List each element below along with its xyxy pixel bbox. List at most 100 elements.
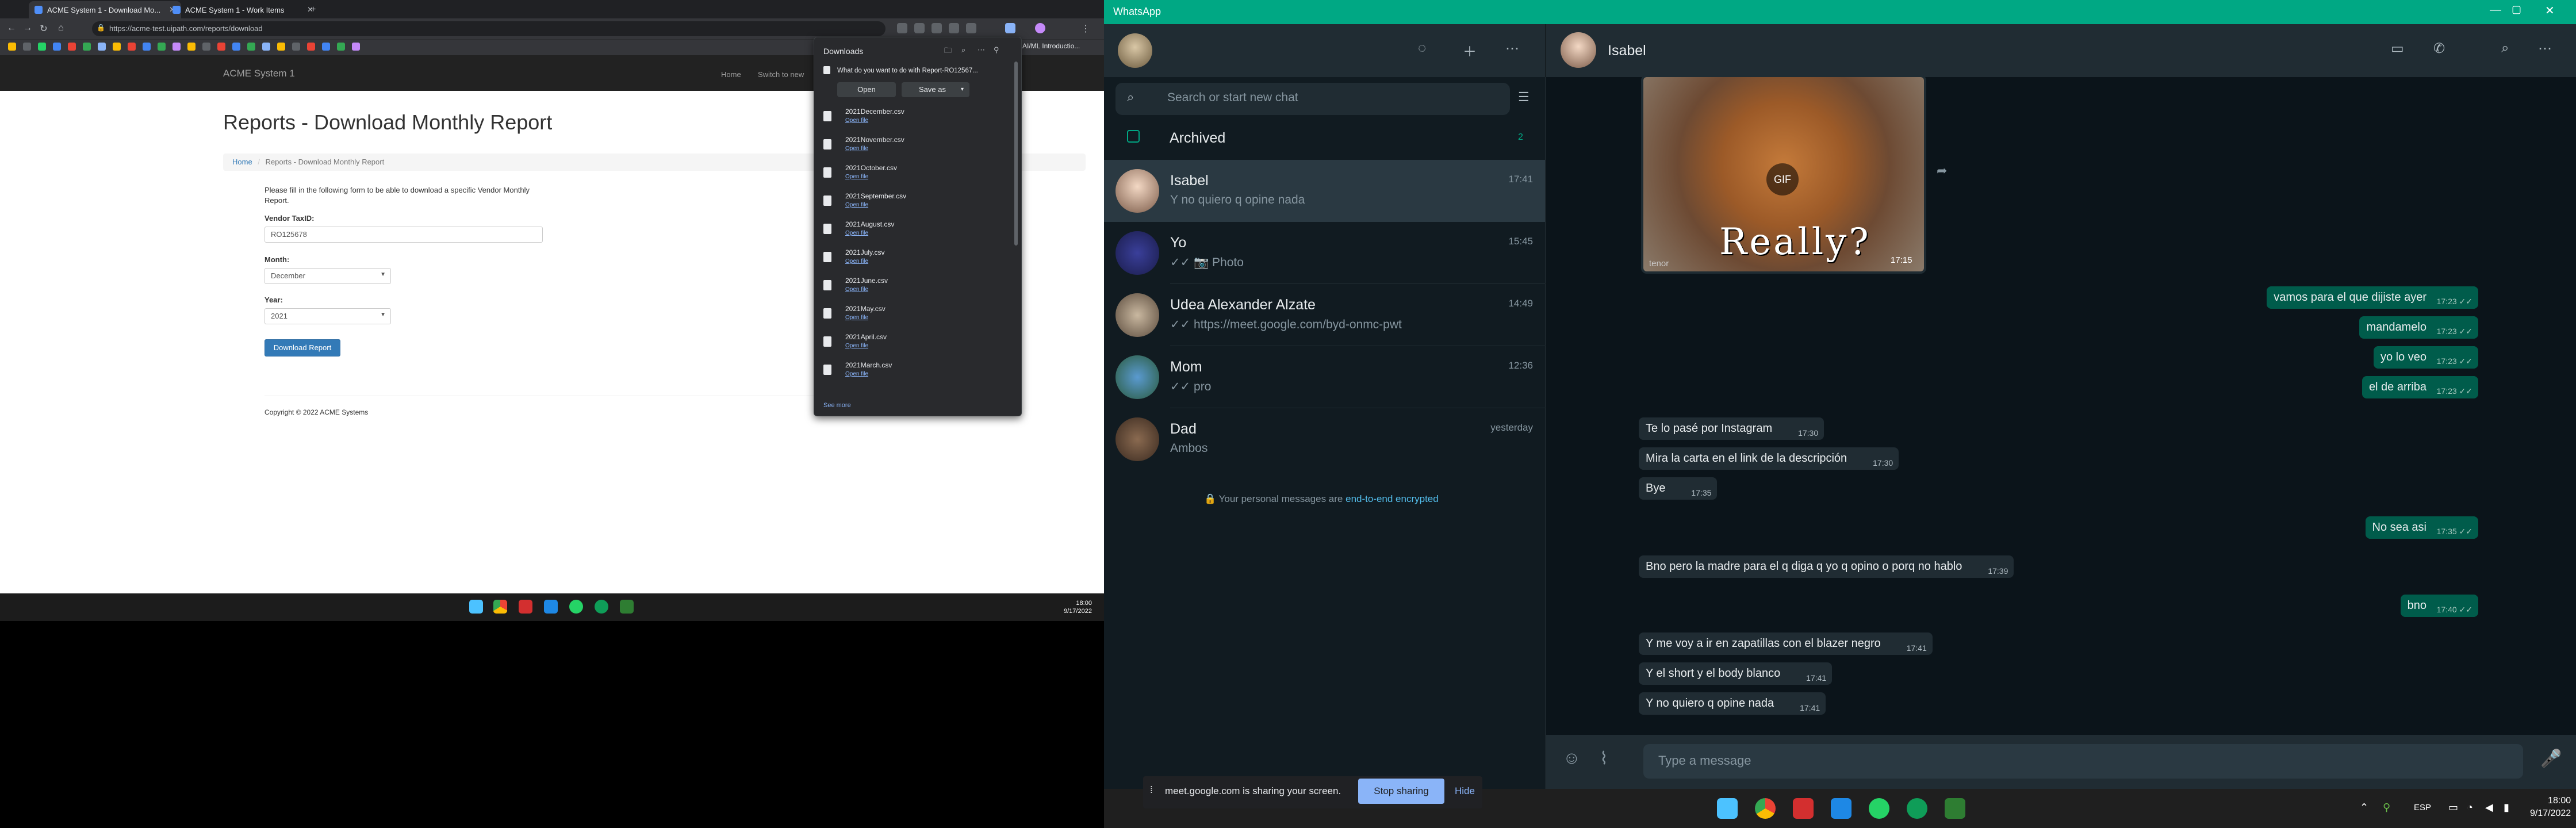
bookmark-icon[interactable] xyxy=(23,43,31,51)
chevron-up-icon[interactable]: ⌃ xyxy=(2360,802,2368,814)
extension-icon[interactable] xyxy=(914,23,925,33)
filter-icon[interactable]: ☰ xyxy=(1518,90,1529,105)
bookmark-icon[interactable] xyxy=(322,43,330,51)
bookmark-icon[interactable] xyxy=(262,43,270,51)
chat-item-mom[interactable]: Mom 12:36 ✓✓ pro xyxy=(1104,346,1546,408)
gif-message[interactable]: GIF Really? tenor 17:15 xyxy=(1641,75,1926,274)
address-bar[interactable]: https://acme-test.uipath.com/reports/dow… xyxy=(92,21,885,36)
open-file-link[interactable]: Open file xyxy=(845,230,868,236)
bookmark-icon[interactable] xyxy=(247,43,255,51)
bookmark-icon[interactable] xyxy=(53,43,61,51)
chrome-icon[interactable] xyxy=(493,600,507,614)
bookmark-icon[interactable] xyxy=(128,43,136,51)
lock-icon[interactable]: 🔒 xyxy=(97,24,105,32)
close-icon[interactable]: ✕ xyxy=(2545,3,2555,18)
extension-icon[interactable] xyxy=(897,23,907,33)
bookmark-icon[interactable] xyxy=(202,43,210,51)
new-tab-icon[interactable]: + xyxy=(310,5,316,15)
display-icon[interactable]: ▭ xyxy=(2448,802,2458,814)
microphone-icon[interactable]: ⚲ xyxy=(2383,802,2390,814)
tab-acme-work-items[interactable]: ACME System 1 - Work Items ✕ xyxy=(167,1,319,18)
minimize-icon[interactable]: — xyxy=(2490,3,2501,17)
vendor-taxid-input[interactable]: RO125678 xyxy=(264,227,543,243)
bookmark-icon[interactable] xyxy=(38,43,46,51)
chat-item-udea[interactable]: Udea Alexander Alzate 14:49 ✓✓ https://m… xyxy=(1104,284,1546,346)
bookmark-icon[interactable] xyxy=(277,43,285,51)
chrome-icon[interactable] xyxy=(1755,798,1776,819)
scrollbar[interactable] xyxy=(1014,62,1018,246)
message-in[interactable]: Y me voy a ir en zapatillas con el blaze… xyxy=(1639,632,1933,655)
maximize-icon[interactable]: ▢ xyxy=(2512,3,2521,16)
download-item[interactable]: 2021April.csv Open file xyxy=(823,333,1007,359)
message-out[interactable]: vamos para el que dijiste ayer 17:23 ✓✓ xyxy=(2267,286,2478,309)
app-icon[interactable] xyxy=(544,600,558,614)
forward-icon[interactable]: → xyxy=(22,23,33,33)
download-item[interactable]: 2021October.csv Open file xyxy=(823,164,1007,190)
message-out[interactable]: No sea asi 17:35 ✓✓ xyxy=(2365,516,2478,539)
e2e-link[interactable]: end-to-end encrypted xyxy=(1346,493,1439,504)
video-call-icon[interactable]: ▭ xyxy=(2391,40,2404,57)
message-out[interactable]: bno 17:40 ✓✓ xyxy=(2400,595,2478,617)
home-icon[interactable]: ⌂ xyxy=(55,23,67,33)
profile-avatar[interactable] xyxy=(1035,23,1045,33)
open-file-link[interactable]: Open file xyxy=(845,286,868,293)
bookmark-icon[interactable] xyxy=(232,43,240,51)
download-item[interactable]: 2021September.csv Open file xyxy=(823,192,1007,218)
menu-icon[interactable]: ⋮ xyxy=(1081,23,1090,34)
clock[interactable]: 18:00 9/17/2022 xyxy=(2530,795,2571,820)
month-select[interactable]: December ▼ xyxy=(264,268,391,284)
start-icon[interactable] xyxy=(469,600,483,614)
open-file-link[interactable]: Open file xyxy=(845,174,868,180)
bookmark-icon[interactable] xyxy=(337,43,345,51)
save-as-button[interactable]: Save as ▾ xyxy=(902,82,969,97)
chat-item-dad[interactable]: Dad yesterday Ambos xyxy=(1104,408,1546,470)
more-icon[interactable]: ⋯ xyxy=(977,45,985,55)
open-file-link[interactable]: Open file xyxy=(845,145,868,152)
bookmark-icon[interactable] xyxy=(307,43,315,51)
extension-icon[interactable] xyxy=(949,23,959,33)
forward-icon[interactable]: ➦ xyxy=(1937,163,1947,178)
message-in[interactable]: Mira la carta en el link de la descripci… xyxy=(1639,447,1899,470)
downloads-toolbar-icon[interactable] xyxy=(1005,23,1015,33)
breadcrumb-home[interactable]: Home xyxy=(232,158,252,166)
bookmark-icon[interactable] xyxy=(187,43,195,51)
avatar[interactable] xyxy=(1118,33,1152,68)
open-button[interactable]: Open xyxy=(837,82,896,97)
acme-brand[interactable]: ACME System 1 xyxy=(223,68,295,79)
nav-home[interactable]: Home xyxy=(721,70,741,79)
bookmark-icon[interactable] xyxy=(217,43,225,51)
search-icon[interactable]: ⌕ xyxy=(2501,40,2509,56)
message-in[interactable]: Bye 17:35 xyxy=(1639,477,1718,500)
app-icon[interactable] xyxy=(1831,798,1851,819)
share-handle-icon[interactable]: ⁞ xyxy=(1150,784,1153,796)
bookmark-label[interactable]: AI/ML Introductio... xyxy=(1022,42,1080,50)
download-item[interactable]: 2021May.csv Open file xyxy=(823,305,1007,331)
bookmark-icon[interactable] xyxy=(8,43,16,51)
volume-icon[interactable]: ◀ xyxy=(2485,802,2493,814)
bookmark-icon[interactable] xyxy=(83,43,91,51)
new-chat-icon[interactable]: ＋ xyxy=(1463,40,1477,60)
open-file-link[interactable]: Open file xyxy=(845,371,868,377)
whatsapp-icon[interactable] xyxy=(569,600,583,614)
extension-icon[interactable] xyxy=(966,23,976,33)
contact-name[interactable]: Isabel xyxy=(1608,43,1646,59)
chat-item-yo[interactable]: Yo 15:45 ✓✓ 📷 Photo xyxy=(1104,222,1546,284)
message-in[interactable]: Y no quiero q opine nada 17:41 xyxy=(1639,692,1826,715)
download-item[interactable]: 2021March.csv Open file xyxy=(823,361,1007,388)
microphone-icon[interactable]: 🎤 xyxy=(2540,749,2562,769)
start-icon[interactable] xyxy=(1717,798,1738,819)
back-icon[interactable]: ← xyxy=(6,23,17,33)
bookmark-icon[interactable] xyxy=(172,43,181,51)
message-out[interactable]: mandamelo 17:23 ✓✓ xyxy=(2359,316,2478,339)
bookmark-icon[interactable] xyxy=(68,43,76,51)
message-in[interactable]: Bno pero la madre para el q diga q yo q … xyxy=(1639,555,2014,578)
download-item[interactable]: 2021November.csv Open file xyxy=(823,136,1007,162)
message-input[interactable]: Type a message xyxy=(1643,744,2523,779)
clock[interactable]: 18:00 9/17/2022 xyxy=(1064,599,1092,615)
open-file-link[interactable]: Open file xyxy=(845,343,868,349)
bookmark-icon[interactable] xyxy=(143,43,151,51)
reload-icon[interactable]: ↻ xyxy=(38,23,49,34)
voice-call-icon[interactable]: ✆ xyxy=(2433,40,2445,57)
see-more-link[interactable]: See more xyxy=(823,402,851,409)
acrobat-icon[interactable] xyxy=(519,600,532,614)
